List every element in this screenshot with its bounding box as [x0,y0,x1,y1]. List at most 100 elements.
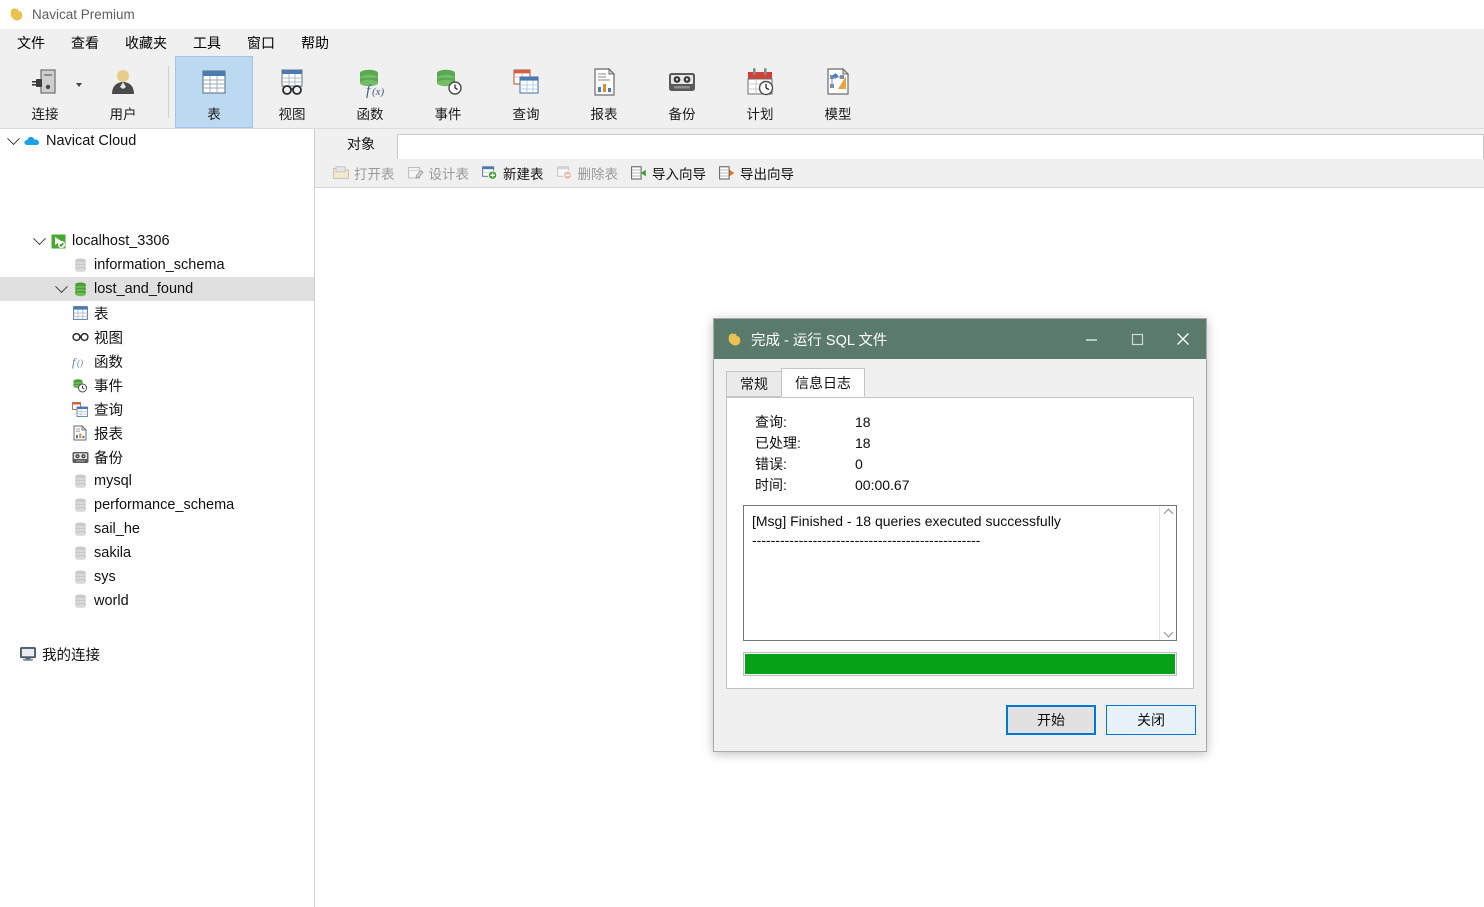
toolbar-button-schedule[interactable]: 计划 [721,56,799,128]
start-button[interactable]: 开始 [1006,705,1096,735]
sidebar-item-label: information_schema [94,257,225,273]
table-icon [70,306,90,320]
sidebar-item-functions[interactable]: f () 函数 [0,349,314,373]
sidebar-item-my-connections[interactable]: 我的连接 [0,642,314,666]
execution-stats: 查询: 18 已处理: 18 错误: 0 时间: 00:00.67 [755,412,1179,495]
toolbar-button-connection[interactable]: 连接 [6,56,84,128]
sidebar-item-navicat-cloud[interactable]: Navicat Cloud [0,129,314,153]
app-title: Navicat Premium [32,7,135,22]
delete-table-button[interactable]: 删除表 [553,161,626,185]
toolbar-button-user[interactable]: 用户 [84,56,162,128]
menu-item-favorites[interactable]: 收藏夹 [112,32,180,54]
tab-message-log[interactable]: 信息日志 [781,368,865,397]
toolbar-button-query[interactable]: 查询 [487,56,565,128]
menubar: 文件 查看 收藏夹 工具 窗口 帮助 [0,29,1484,56]
database-gray-icon [70,594,90,609]
toolbar-button-view[interactable]: 视图 [253,56,331,128]
tab-general[interactable]: 常规 [726,371,782,397]
chevron-down-icon[interactable] [4,131,22,146]
new-table-label: 新建表 [503,167,544,182]
event-icon [431,63,465,101]
database-green-icon [70,282,90,297]
sidebar-item-performance-schema[interactable]: performance_schema [0,493,314,517]
sidebar-item-backups[interactable]: 备份 [0,445,314,469]
sidebar-item-label: performance_schema [94,497,235,513]
menu-item-view[interactable]: 查看 [58,32,112,54]
maximize-icon[interactable] [1114,319,1160,359]
sidebar-item-views[interactable]: 视图 [0,325,314,349]
toolbar-label-schedule: 计划 [746,107,774,122]
database-gray-icon [70,546,90,561]
sidebar-item-label: sakila [94,545,132,561]
sidebar-item-sys[interactable]: sys [0,565,314,589]
sidebar-item-label: sys [94,569,116,585]
tab-content-header [397,134,1484,159]
sidebar-item-label: 事件 [94,378,123,395]
design-table-button[interactable]: 设计表 [404,161,477,185]
sidebar-item-world[interactable]: world [0,589,314,613]
toolbar-button-model[interactable]: 模型 [799,56,877,128]
sidebar-item-events[interactable]: 事件 [0,373,314,397]
sidebar-item-label: 查询 [94,402,123,419]
sidebar-item-reports[interactable]: 报表 [0,421,314,445]
close-icon[interactable] [1160,319,1206,359]
new-table-button[interactable]: 新建表 [478,161,551,185]
close-button[interactable]: 关闭 [1106,705,1196,735]
toolbar-button-function[interactable]: f (x) 函数 [331,56,409,128]
navicat-logo-icon [726,331,743,348]
stat-value-time: 00:00.67 [855,477,910,493]
scroll-down-icon[interactable] [1163,627,1174,638]
menu-item-file[interactable]: 文件 [4,32,58,54]
backup-icon [665,63,699,101]
export-wizard-label: 导出向导 [740,167,794,182]
message-log-box[interactable]: [Msg] Finished - 18 queries executed suc… [743,505,1177,641]
model-icon [821,63,855,101]
log-scrollbar[interactable] [1159,506,1176,640]
open-table-label: 打开表 [354,167,395,182]
open-table-icon [333,165,349,181]
navigation-sidebar[interactable]: Navicat Cloud localhost_3306 information… [0,129,315,907]
sidebar-item-label: 视图 [94,330,123,347]
toolbar-label-backup: 备份 [668,107,696,122]
sidebar-item-lost-and-found[interactable]: lost_and_found [0,277,314,301]
minimize-icon[interactable] [1068,319,1114,359]
query-icon [70,401,90,417]
scroll-up-icon[interactable] [1163,508,1174,519]
export-wizard-button[interactable]: 导出向导 [715,161,801,185]
menu-item-help[interactable]: 帮助 [288,32,342,54]
chevron-down-icon[interactable] [30,231,48,246]
toolbar-button-table[interactable]: 表 [175,56,253,128]
stat-value-processed: 18 [855,435,871,451]
sidebar-item-label: lost_and_found [94,281,194,297]
toolbar-button-report[interactable]: 报表 [565,56,643,128]
window-titlebar: Navicat Premium [0,0,1484,29]
menu-item-tools[interactable]: 工具 [180,32,234,54]
sidebar-item-queries[interactable]: 查询 [0,397,314,421]
menu-item-window[interactable]: 窗口 [234,32,288,54]
sidebar-item-sakila[interactable]: sakila [0,541,314,565]
open-table-button[interactable]: 打开表 [329,161,402,185]
import-wizard-button[interactable]: 导入向导 [627,161,713,185]
toolbar-button-event[interactable]: 事件 [409,56,487,128]
sidebar-item-label: 表 [94,306,109,323]
report-icon [587,63,621,101]
database-gray-icon [70,522,90,537]
svg-text:(x): (x) [372,86,385,98]
event-icon [70,378,90,393]
chevron-down-icon[interactable] [76,83,82,87]
sidebar-item-sail-he[interactable]: sail_he [0,517,314,541]
database-gray-icon [70,258,90,273]
sidebar-item-tables[interactable]: 表 [0,301,314,325]
sidebar-item-localhost-3306[interactable]: localhost_3306 [0,229,314,253]
chevron-down-icon[interactable] [52,279,70,294]
sidebar-item-label: localhost_3306 [72,233,170,249]
tab-objects[interactable]: 对象 [325,129,397,159]
stat-label-processed: 已处理: [755,435,801,451]
toolbar-button-backup[interactable]: 备份 [643,56,721,128]
connection-icon [28,63,62,101]
sidebar-item-information-schema[interactable]: information_schema [0,253,314,277]
toolbar-label-user: 用户 [109,107,137,122]
dialog-title: 完成 - 运行 SQL 文件 [751,332,888,349]
sidebar-item-mysql[interactable]: mysql [0,469,314,493]
